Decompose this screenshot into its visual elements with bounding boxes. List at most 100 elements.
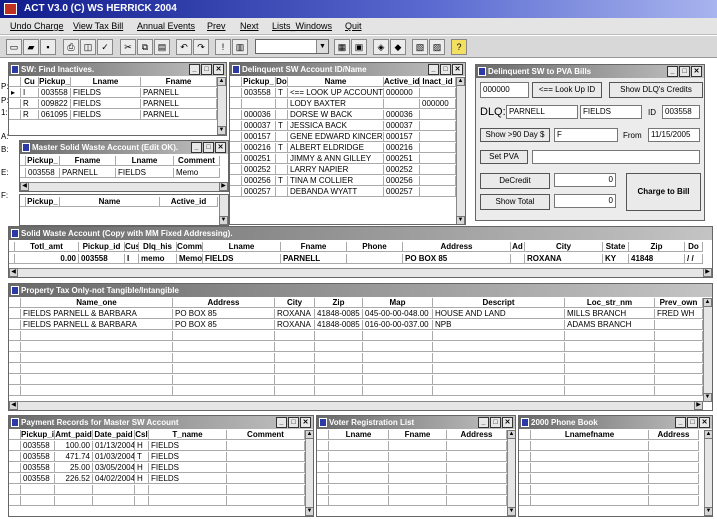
cell[interactable] [21,375,173,385]
row-selector[interactable] [230,132,242,142]
cell[interactable]: 000036 [384,110,420,120]
cell[interactable]: I [21,88,39,98]
cell[interactable]: KY [603,254,629,264]
lookup-id-button[interactable]: <== Look Up ID [532,82,602,98]
row-selector[interactable] [230,154,242,164]
cell[interactable] [433,364,565,374]
cell[interactable] [433,375,565,385]
cell[interactable]: 000257 [384,187,420,197]
cell[interactable]: PARNELL [141,110,217,120]
scroll-down-icon[interactable]: ▼ [219,216,228,225]
show-90-day-button[interactable]: Show >90 Day $ [480,128,550,142]
col-header[interactable]: Name [60,197,160,207]
save-icon[interactable]: ▪ [40,39,56,55]
show-90-day-field[interactable]: F [554,128,618,142]
cell[interactable] [565,331,655,341]
cell[interactable]: 003558 [21,441,55,451]
scroll-up-icon[interactable]: ▲ [704,430,712,439]
col-header[interactable]: Pickup_ [26,156,60,166]
cell[interactable]: 000216 [384,143,420,153]
new-file-icon[interactable]: ▭ [6,39,22,55]
col-header[interactable]: State [603,242,629,252]
show-total-button[interactable]: Show Total [480,194,550,210]
cell[interactable]: PO BOX 85 [403,254,511,264]
cell[interactable] [363,331,433,341]
dlq-lname-field[interactable]: PARNELL [506,105,578,119]
minimize-icon[interactable]: _ [675,417,686,428]
cell[interactable] [389,452,447,462]
cell[interactable]: NPB [433,320,565,330]
col-header[interactable]: Map [363,298,433,308]
cell[interactable] [93,496,135,506]
cell[interactable]: PO BOX 85 [173,309,275,319]
cell[interactable] [276,154,288,164]
cell[interactable] [447,441,507,451]
cell[interactable]: 04/02/2004 [93,474,135,484]
row-selector[interactable] [230,143,242,153]
col-header[interactable]: City [275,298,315,308]
cell[interactable]: 01/13/2004 [93,441,135,451]
undo-icon[interactable]: ↶ [176,39,192,55]
cell[interactable] [433,353,565,363]
minimize-icon[interactable]: _ [478,417,489,428]
cell[interactable] [389,463,447,473]
cell[interactable]: PARNELL [141,99,217,109]
col-header[interactable]: Date_paid [93,430,135,440]
cell[interactable] [21,485,55,495]
cell[interactable] [649,474,699,484]
cell[interactable] [420,88,456,98]
maximize-icon[interactable]: □ [201,64,212,75]
cell[interactable]: memo [139,254,177,264]
scroll-down-icon[interactable]: ▼ [703,393,712,402]
cell[interactable] [389,441,447,451]
col-header[interactable]: Lname [329,430,389,440]
cell[interactable]: FIELDS [149,463,227,473]
tool-b-icon[interactable]: ◆ [390,39,406,55]
close-icon[interactable]: ✕ [699,417,710,428]
scroll-down-icon[interactable]: ▼ [507,507,515,516]
cell[interactable] [363,364,433,374]
row-selector[interactable] [9,441,21,451]
cell[interactable]: H [135,463,149,473]
cell[interactable] [55,485,93,495]
cell[interactable]: 000000 [384,88,420,98]
paste-icon[interactable]: ▤ [154,39,170,55]
cell[interactable] [420,121,456,131]
row-selector[interactable] [9,320,21,330]
scroll-right-icon[interactable]: ▶ [703,268,712,277]
cell[interactable] [227,463,305,473]
scroll-down-icon[interactable]: ▼ [217,126,226,135]
cell[interactable] [173,386,275,396]
cell[interactable]: 100.00 [55,441,93,451]
cell[interactable]: Memo [174,168,220,178]
scroll-down-icon[interactable]: ▼ [704,507,712,516]
cell[interactable] [420,110,456,120]
cell[interactable] [649,452,699,462]
col-header[interactable]: Pickup_ [26,197,60,207]
cell[interactable] [384,99,420,109]
cell[interactable]: 25.00 [55,463,93,473]
cell[interactable] [315,364,363,374]
col-header[interactable]: Cus [125,242,139,252]
row-selector[interactable] [9,99,21,109]
decredit-field[interactable]: 0 [554,173,616,187]
cell[interactable] [649,485,699,495]
col-header[interactable]: Do [276,77,288,87]
cell[interactable]: 000252 [242,165,276,175]
cell[interactable] [276,99,288,109]
cell[interactable] [565,342,655,352]
col-header[interactable]: Phone [347,242,403,252]
cell[interactable] [227,441,305,451]
cell[interactable]: HOUSE AND LAND [433,309,565,319]
row-selector[interactable] [9,474,21,484]
col-header[interactable]: Fname [141,77,217,87]
tool-a-icon[interactable]: ◈ [373,39,389,55]
scroll-down-icon[interactable]: ▼ [305,507,313,516]
cell[interactable] [149,496,227,506]
cell[interactable]: PARNELL [141,88,217,98]
cell[interactable] [227,496,305,506]
cell[interactable] [433,342,565,352]
cell[interactable]: FIELDS [149,474,227,484]
col-header[interactable]: Do [685,242,703,252]
menu-annual-events[interactable]: Annual Events [137,21,195,31]
